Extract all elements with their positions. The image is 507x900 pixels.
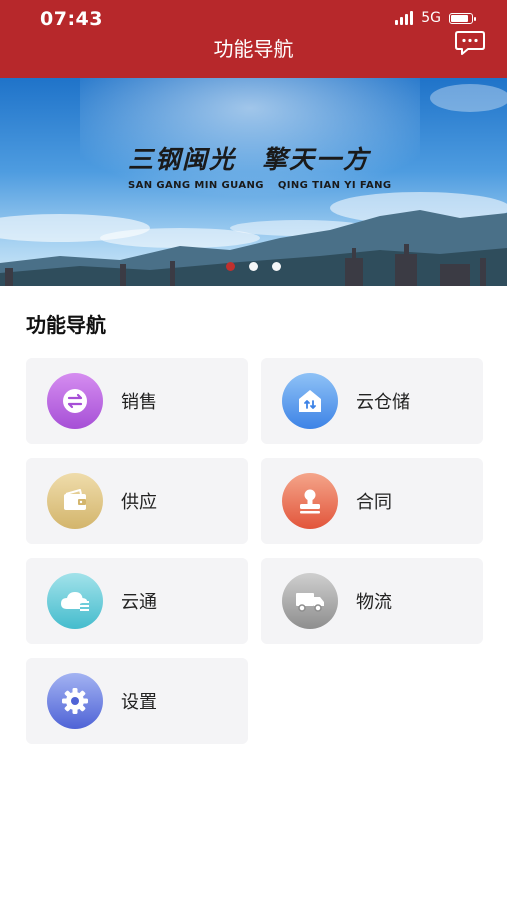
supply-icon-badge: [47, 473, 103, 529]
wallet-icon: [64, 489, 86, 510]
menu-item-settings[interactable]: 设置: [26, 658, 248, 744]
sales-icon-badge: [47, 373, 103, 429]
message-icon[interactable]: [455, 30, 485, 56]
exchange-icon: [63, 389, 87, 413]
cloud-list-icon: [61, 592, 89, 611]
status-indicators: 5G: [395, 10, 476, 26]
signal-icon: [395, 11, 414, 25]
menu-item-supply[interactable]: 供应: [26, 458, 248, 544]
contract-icon-badge: [282, 473, 338, 529]
carousel-dot[interactable]: [226, 262, 235, 271]
menu-item-label: 供应: [121, 492, 157, 513]
status-time: 07:43: [40, 8, 103, 30]
menu-item-label: 销售: [121, 392, 157, 413]
menu-item-label: 云通: [121, 592, 157, 613]
menu-item-contract[interactable]: 合同: [261, 458, 483, 544]
banner-slogan: 三钢闽光 擎天一方 SAN GANG MIN GUANG QING TIAN YI …: [128, 140, 392, 191]
battery-icon: [449, 12, 476, 24]
menu-item-sales[interactable]: 销售: [26, 358, 248, 444]
menu-item-logistics[interactable]: 物流: [261, 558, 483, 644]
carousel-dot[interactable]: [272, 262, 281, 271]
truck-icon: [296, 593, 324, 612]
cloud-link-icon-badge: [47, 573, 103, 629]
stamp-icon: [300, 489, 320, 514]
slogan-en-part-2: QING TIAN YI FANG: [277, 180, 392, 191]
menu-item-label: 设置: [121, 692, 157, 713]
menu-item-cloud-link[interactable]: 云通: [26, 558, 248, 644]
warehouse-icon: [299, 390, 321, 412]
gear-icon: [62, 688, 88, 714]
cloud-warehouse-icon-badge: [282, 373, 338, 429]
slogan-cn-part-2: 擎天一方: [262, 145, 371, 174]
banner-carousel[interactable]: 三钢闽光 擎天一方 SAN GANG MIN GUANG QING TIAN YI …: [0, 78, 507, 286]
carousel-dot[interactable]: [249, 262, 258, 271]
slogan-en-part-1: SAN GANG MIN GUANG: [128, 180, 264, 191]
logistics-icon-badge: [282, 573, 338, 629]
slogan-cn-part-1: 三钢闽光: [128, 145, 237, 174]
settings-icon-badge: [47, 673, 103, 729]
section-title: 功能导航: [26, 313, 106, 337]
network-type: 5G: [421, 10, 441, 26]
menu-item-label: 合同: [356, 492, 392, 513]
menu-item-label: 云仓储: [356, 392, 410, 413]
navigation-bar: 07:43 5G 功能导航: [0, 0, 507, 78]
menu-item-label: 物流: [356, 592, 392, 613]
page-title: 功能导航: [213, 37, 294, 61]
menu-item-cloud-warehouse[interactable]: 云仓储: [261, 358, 483, 444]
carousel-indicators: [0, 262, 507, 271]
